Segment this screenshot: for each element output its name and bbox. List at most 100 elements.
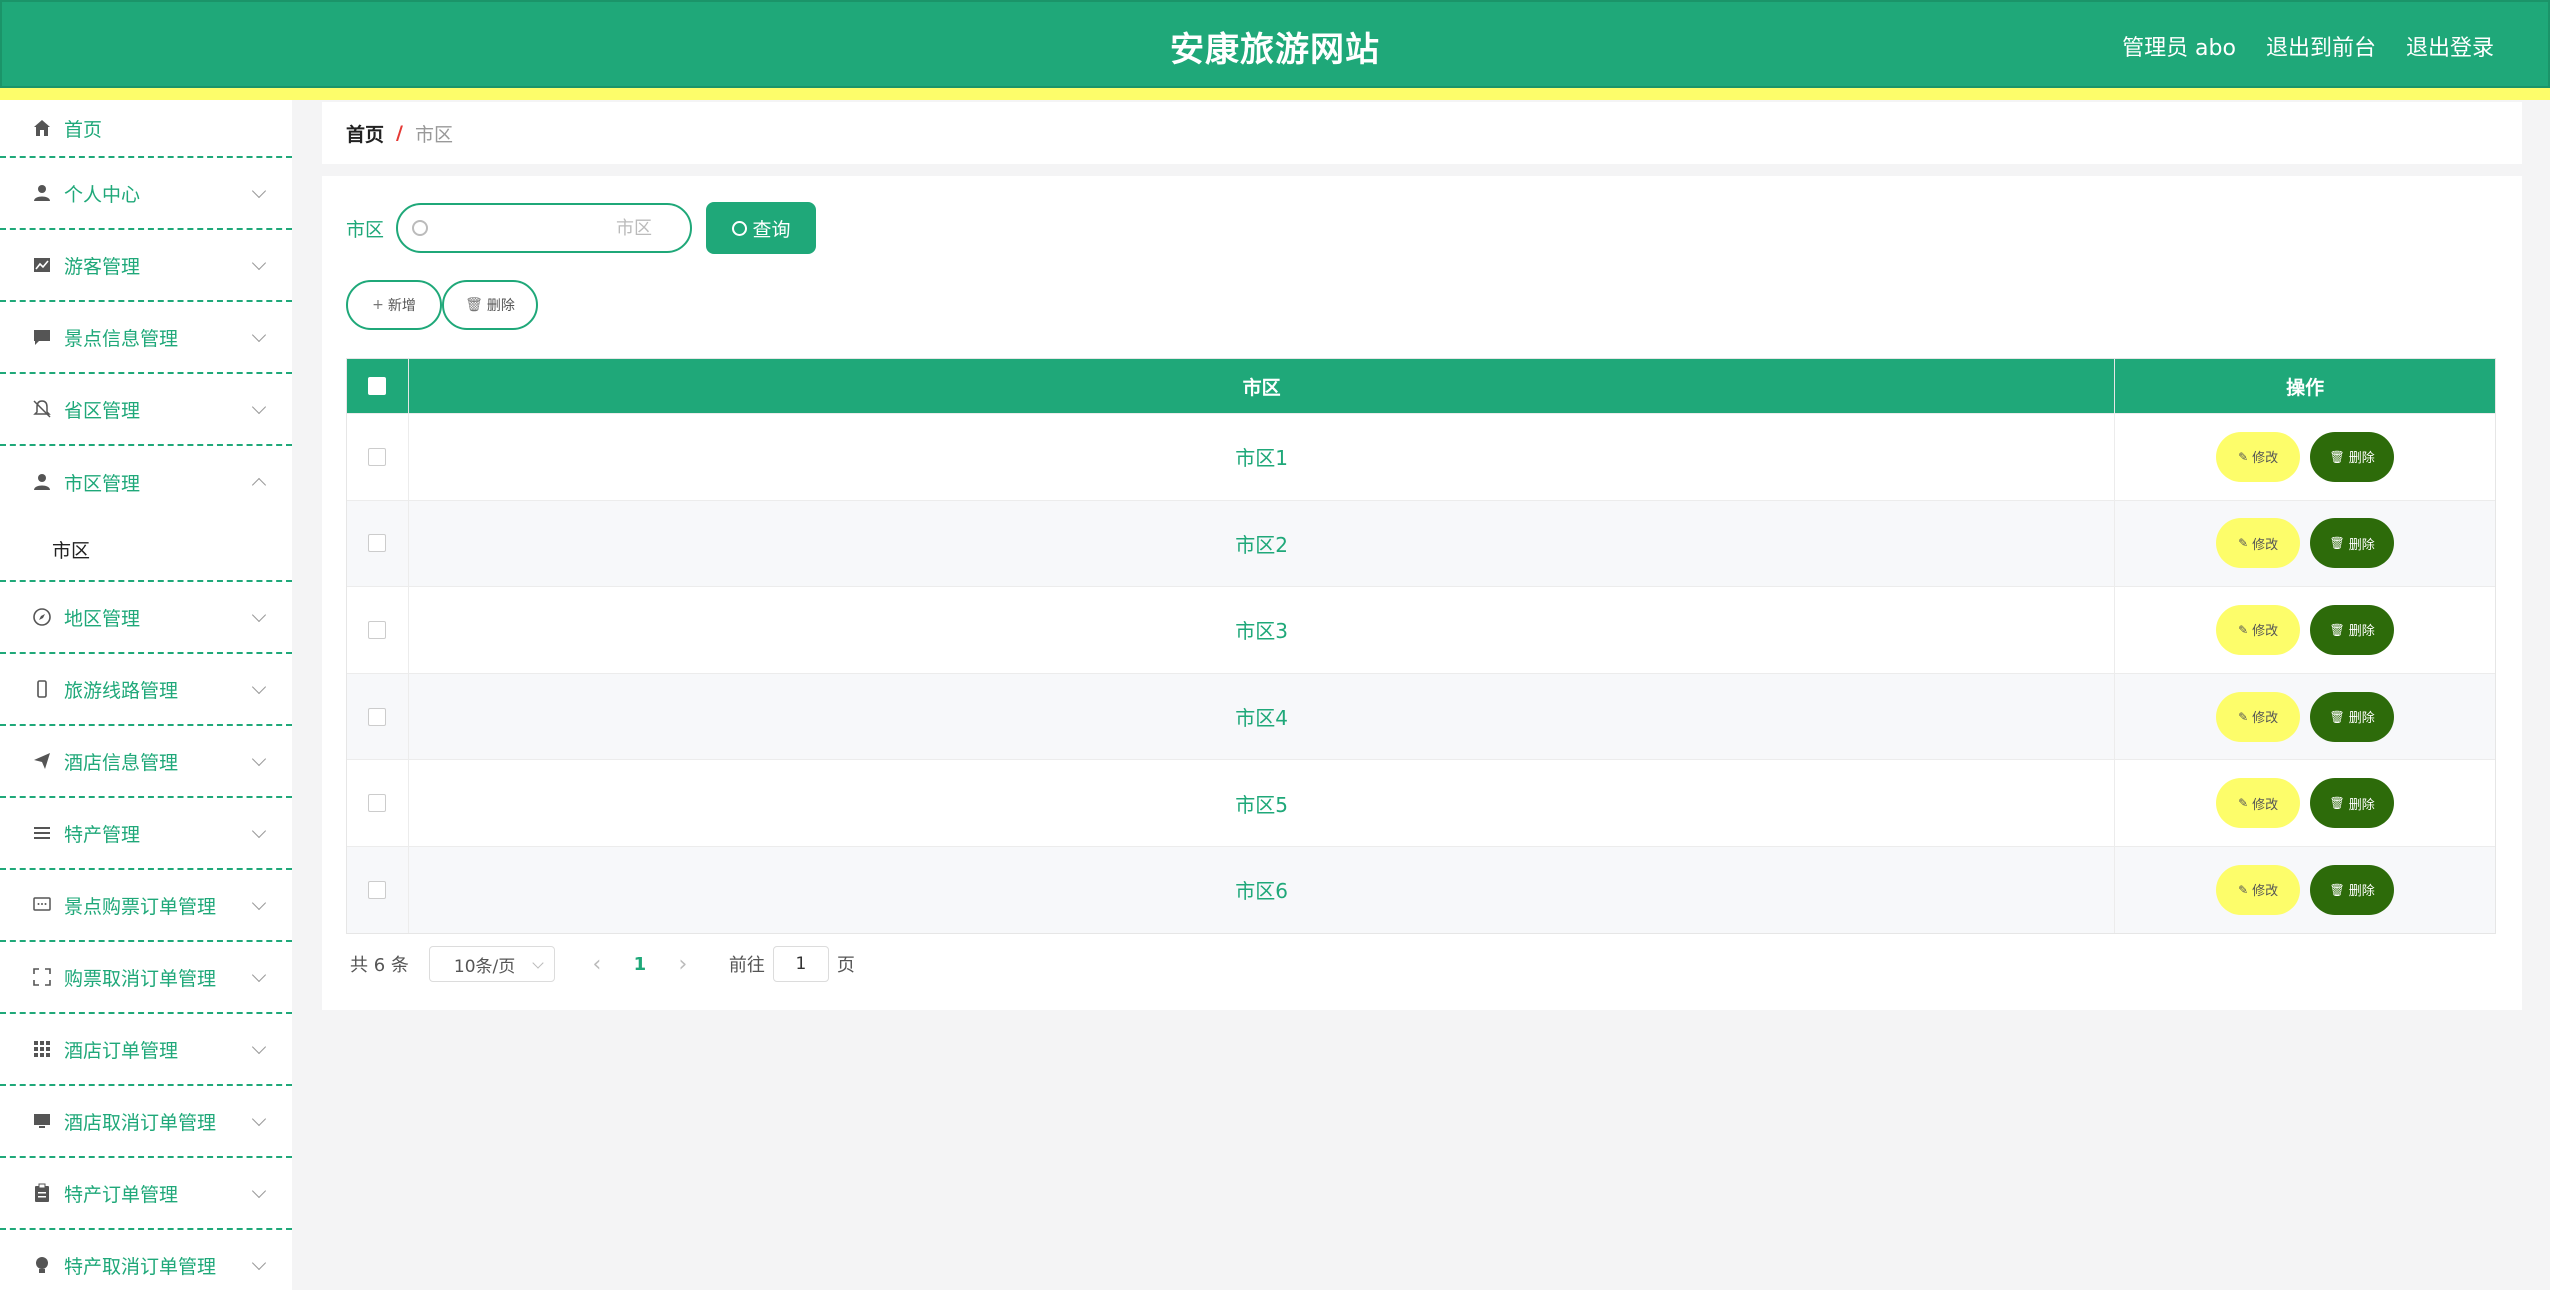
logout-link[interactable]: 退出登录 <box>2406 30 2494 62</box>
sidebar-item-specialty-order-management[interactable]: 特产订单管理 <box>0 1158 292 1230</box>
header-links: 管理员 abo 退出到前台 退出登录 <box>2122 30 2494 62</box>
batch-delete-label: 删除 <box>486 298 515 314</box>
sidebar-subitem-city[interactable]: 市区 <box>0 518 292 582</box>
edit-label: 修改 <box>2252 451 2279 467</box>
monitor-icon <box>30 1109 54 1133</box>
delete-button[interactable]: 🗑 删除 <box>2310 778 2395 829</box>
delete-label: 删除 <box>2348 451 2375 467</box>
sidebar-item-label: 首页 <box>64 118 103 141</box>
row-checkbox-cell <box>347 673 409 760</box>
city-cell: 市区1 <box>409 414 2116 500</box>
page-number-current[interactable]: 1 <box>615 954 665 975</box>
chevron-down-icon <box>251 751 267 767</box>
search-input[interactable] <box>434 205 691 251</box>
table-row: 市区6 ✎ 修改 🗑 删除 <box>347 845 2495 933</box>
row-checkbox[interactable] <box>368 534 387 553</box>
edit-button[interactable]: ✎ 修改 <box>2216 604 2301 655</box>
goto-suffix: 页 <box>836 955 855 976</box>
goto-prefix: 前往 <box>728 955 765 976</box>
sidebar-item-scenic-info-management[interactable]: 景点信息管理 <box>0 302 292 374</box>
delete-button[interactable]: 🗑 删除 <box>2310 431 2395 482</box>
chevron-down-icon <box>251 895 267 911</box>
breadcrumb-home[interactable]: 首页 <box>346 120 384 147</box>
admin-user-link[interactable]: 管理员 abo <box>2122 30 2236 62</box>
plus-icon: + <box>372 297 384 313</box>
sidebar-item-city-management[interactable]: 市区管理 <box>0 446 292 518</box>
row-checkbox[interactable] <box>368 794 387 813</box>
page-size-value: 10条/页 <box>453 956 516 977</box>
sidebar-item-area-management[interactable]: 地区管理 <box>0 582 292 654</box>
sidebar-item-home[interactable]: 首页 <box>0 100 292 158</box>
goto-page-input[interactable] <box>772 946 829 982</box>
add-button[interactable]: + 新增 <box>346 280 442 330</box>
row-checkbox[interactable] <box>368 620 387 639</box>
sidebar-item-label: 特产订单管理 <box>64 1183 179 1206</box>
chevron-down-icon <box>251 255 267 271</box>
search-label: 市区 <box>346 218 385 241</box>
home-icon <box>30 116 54 140</box>
search-icon <box>412 220 429 236</box>
delete-button[interactable]: 🗑 删除 <box>2310 691 2395 742</box>
sidebar-item-hotel-order-management[interactable]: 酒店订单管理 <box>0 1014 292 1086</box>
row-checkbox[interactable] <box>368 447 387 466</box>
message-icon <box>30 893 54 917</box>
sidebar-item-label: 省区管理 <box>64 399 141 422</box>
prev-page-icon[interactable]: ‹ <box>579 952 615 977</box>
sidebar-item-specialty-management[interactable]: 特产管理 <box>0 798 292 870</box>
sidebar-item-route-management[interactable]: 旅游线路管理 <box>0 654 292 726</box>
sidebar-item-label: 酒店信息管理 <box>64 751 179 774</box>
delete-button[interactable]: 🗑 删除 <box>2310 604 2395 655</box>
edit-button[interactable]: ✎ 修改 <box>2216 778 2301 829</box>
sidebar-item-label: 酒店订单管理 <box>64 1039 179 1062</box>
edit-icon: ✎ <box>2238 709 2249 724</box>
delete-button[interactable]: 🗑 删除 <box>2310 518 2395 569</box>
compass-icon <box>30 605 54 629</box>
table-row: 市区3 ✎ 修改 🗑 删除 <box>347 586 2495 673</box>
header-accent-strip <box>0 88 2550 100</box>
ops-cell: ✎ 修改 🗑 删除 <box>2115 587 2495 673</box>
next-page-icon[interactable]: › <box>665 952 701 977</box>
chart-icon <box>30 253 54 277</box>
sidebar-item-province-management[interactable]: 省区管理 <box>0 374 292 446</box>
sidebar-item-ticket-order-management[interactable]: 景点购票订单管理 <box>0 870 292 942</box>
query-button[interactable]: 查询 <box>706 202 817 254</box>
row-checkbox-cell <box>347 587 409 673</box>
sidebar-item-personal-center[interactable]: 个人中心 <box>0 158 292 230</box>
sidebar-item-ticket-cancel-management[interactable]: 购票取消订单管理 <box>0 942 292 1014</box>
sidebar-item-specialty-cancel-management[interactable]: 特产取消订单管理 <box>0 1230 292 1290</box>
select-all-checkbox[interactable] <box>368 377 387 395</box>
row-checkbox-cell <box>347 500 409 587</box>
breadcrumb-separator: / <box>396 122 403 144</box>
exit-to-front-link[interactable]: 退出到前台 <box>2266 30 2376 62</box>
delete-label: 删除 <box>2348 537 2375 553</box>
sidebar-item-hotel-info-management[interactable]: 酒店信息管理 <box>0 726 292 798</box>
sidebar-item-hotel-cancel-management[interactable]: 酒店取消订单管理 <box>0 1086 292 1158</box>
city-name: 市区4 <box>1235 706 1288 731</box>
top-header: 安康旅游网站 管理员 abo 退出到前台 退出登录 <box>0 0 2550 88</box>
city-cell: 市区4 <box>409 673 2116 760</box>
user-icon <box>30 470 54 494</box>
chevron-down-icon <box>251 1255 267 1271</box>
sidebar-item-visitor-management[interactable]: 游客管理 <box>0 230 292 302</box>
grid-icon <box>30 1037 54 1061</box>
table-row: 市区1 ✎ 修改 🗑 删除 <box>347 413 2495 500</box>
edit-button[interactable]: ✎ 修改 <box>2216 518 2301 569</box>
sidebar-item-label: 市区管理 <box>64 472 141 495</box>
delete-button[interactable]: 🗑 删除 <box>2310 864 2395 915</box>
chat-icon <box>30 325 54 349</box>
column-header-city: 市区 <box>409 359 2116 413</box>
sidebar-item-label: 景点购票订单管理 <box>64 895 217 918</box>
row-checkbox[interactable] <box>368 707 387 726</box>
edit-button[interactable]: ✎ 修改 <box>2216 431 2301 482</box>
page-size-select[interactable]: 10条/页 <box>428 946 555 982</box>
chevron-down-icon <box>251 327 267 343</box>
edit-button[interactable]: ✎ 修改 <box>2216 691 2301 742</box>
bell-off-icon <box>30 397 54 421</box>
row-checkbox-cell <box>347 846 409 933</box>
batch-delete-button[interactable]: 🗑 删除 <box>442 280 538 330</box>
breadcrumb: 首页 / 市区 <box>322 102 2522 164</box>
edit-button[interactable]: ✎ 修改 <box>2216 864 2301 915</box>
row-checkbox[interactable] <box>368 880 387 899</box>
search-input-wrapper <box>396 203 693 253</box>
data-table: 市区 操作 市区1 ✎修改 🗑删除 市区2 ✎修改 🗑删除 市区3 ✎修改 � <box>346 358 2496 934</box>
